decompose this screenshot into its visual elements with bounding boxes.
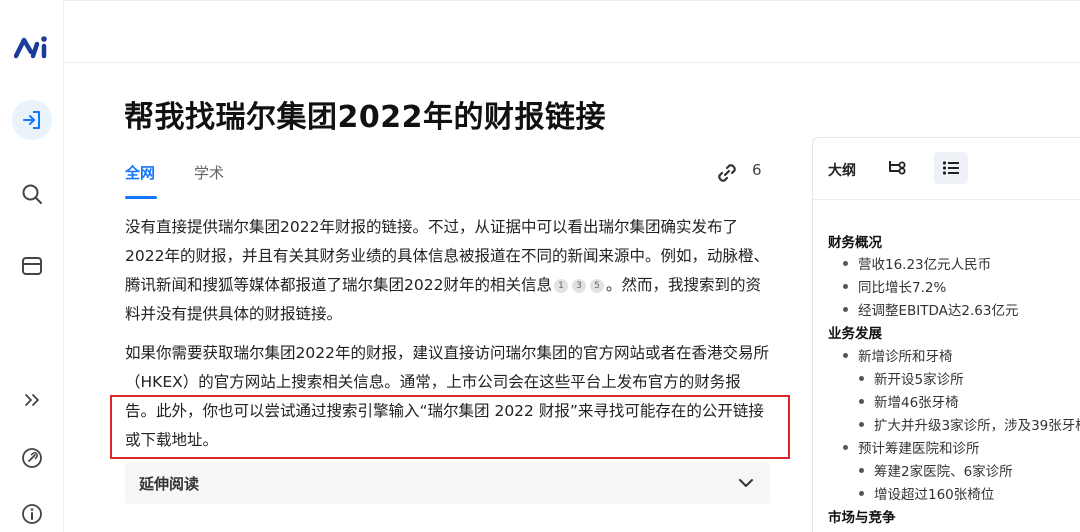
outline-item-label: 预计筹建医院和诊所 (858, 441, 980, 457)
bullet-icon (843, 261, 848, 266)
outline-item[interactable]: 营收16.23亿元人民币 (843, 253, 991, 273)
citation-badge[interactable]: 1 (553, 279, 568, 293)
outline-item-label: 同比增长7.2% (858, 280, 947, 296)
outline-item[interactable]: 新增诊所和牙椅 (843, 345, 953, 365)
outline-item-label: 新增诊所和牙椅 (858, 349, 953, 365)
tab-academic[interactable]: 学术 (194, 162, 224, 183)
expand-sidebar-icon[interactable] (12, 380, 52, 420)
outline-panel-header: 大纲 (813, 138, 1080, 200)
outline-subitem[interactable]: 扩大并升级3家诊所，涉及39张牙椅 (859, 414, 1080, 434)
active-tab-indicator (125, 196, 157, 199)
outline-heading[interactable]: 业务发展 (828, 322, 882, 342)
outline-heading[interactable]: 财务概况 (828, 231, 882, 251)
outline-panel: 大纲 财务概况 营收16.23亿元人民币 同比增长7.2% 经调整EBITDA达… (812, 137, 1080, 532)
outline-subitem-label: 筹建2家医院、6家诊所 (874, 464, 1013, 480)
outline-item-label: 营收16.23亿元人民币 (858, 257, 992, 273)
link-circle-icon[interactable] (12, 438, 52, 478)
outline-subitem[interactable]: 新开设5家诊所 (859, 368, 964, 388)
answer-paragraph-1: 没有直接提供瑞尔集团2022年财报的链接。不过，从证据中可以看出瑞尔集团确实发布… (125, 213, 770, 329)
outline-item[interactable]: 同比增长7.2% (843, 276, 946, 296)
outline-subitem[interactable]: 筹建2家医院、6家诊所 (859, 460, 1013, 480)
bullet-icon (859, 422, 864, 427)
outline-item[interactable]: 预计筹建医院和诊所 (843, 437, 980, 457)
extended-reading-label: 延伸阅读 (139, 475, 200, 493)
outline-subitem[interactable]: 增设超过160张椅位 (859, 483, 994, 503)
bullet-icon (859, 399, 864, 404)
tab-web[interactable]: 全网 (125, 162, 155, 183)
outline-item-label: 经调整EBITDA达2.63亿元 (858, 303, 1019, 319)
outline-subitem-label: 增设超过160张椅位 (874, 487, 995, 503)
info-icon[interactable] (12, 494, 52, 532)
library-icon[interactable] (12, 246, 52, 286)
mindmap-view-icon[interactable] (885, 157, 909, 181)
outline-subitem[interactable]: 新增46张牙椅 (859, 391, 959, 411)
outline-heading[interactable]: 市场与竞争 (828, 506, 896, 526)
chevron-down-icon[interactable] (737, 475, 755, 491)
login-icon[interactable] (12, 100, 52, 140)
bullet-icon (843, 284, 848, 289)
list-view-icon[interactable] (934, 152, 968, 184)
citation-badge[interactable]: 5 (589, 279, 604, 293)
page-title: 帮我找瑞尔集团2022年的财报链接 (124, 100, 606, 135)
citation-badge[interactable]: 3 (571, 279, 586, 293)
source-count[interactable]: 6 (752, 161, 762, 179)
top-border (64, 0, 1080, 1)
extended-reading-bar[interactable]: 延伸阅读 (125, 462, 770, 504)
sources-link-icon[interactable] (714, 160, 740, 186)
outline-subitem-label: 新增46张牙椅 (874, 395, 959, 411)
left-sidebar (0, 0, 64, 532)
outline-item[interactable]: 经调整EBITDA达2.63亿元 (843, 299, 1018, 319)
search-icon[interactable] (12, 174, 52, 214)
bullet-icon (859, 468, 864, 473)
bullet-icon (843, 307, 848, 312)
app-logo-icon[interactable] (13, 34, 50, 62)
bullet-icon (859, 491, 864, 496)
bullet-icon (843, 353, 848, 358)
bullet-icon (859, 376, 864, 381)
header-divider (64, 62, 1080, 63)
outline-title: 大纲 (828, 163, 856, 179)
outline-subitem-label: 扩大并升级3家诊所，涉及39张牙椅 (874, 418, 1080, 434)
bullet-icon (843, 445, 848, 450)
outline-subitem-label: 新开设5家诊所 (874, 372, 964, 388)
annotation-highlight-box (110, 395, 790, 459)
